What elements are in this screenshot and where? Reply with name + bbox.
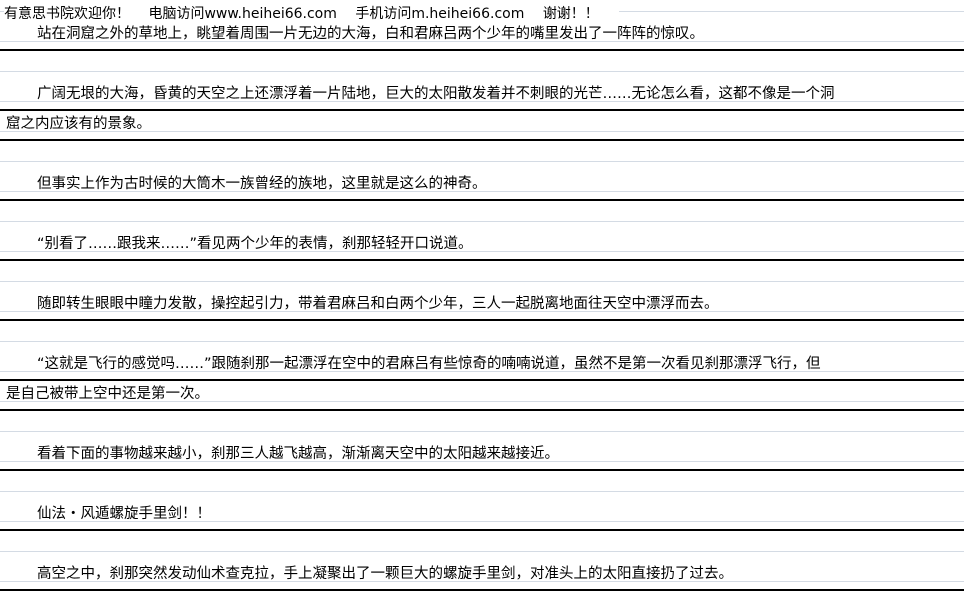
paragraph-line: 是自己被带上空中还是第一次。: [0, 381, 964, 411]
paragraph-line: “别看了……跟我来……”看见两个少年的表情，刹那轻轻开口说道。: [0, 231, 964, 261]
banner-pc-link[interactable]: 电脑访问www.heihei66.com: [148, 6, 336, 22]
paragraph-line: 看着下面的事物越来越小，刹那三人越飞越高，渐渐离天空中的太阳越来越接近。: [0, 441, 964, 471]
paragraph-line: 广阔无垠的大海，昏黄的天空之上还漂浮着一片陆地，巨大的太阳散发着并不刺眼的光芒……: [0, 81, 964, 111]
banner-site-welcome: 有意思书院欢迎你！: [4, 6, 130, 22]
banner-mobile-link[interactable]: 手机访问m.heihei66.com: [355, 6, 524, 22]
site-banner: 有意思书院欢迎你！ 电脑访问www.heihei66.com 手机访问m.hei…: [4, 4, 619, 24]
chapter-text: 站在洞窟之外的草地上，眺望着周围一片无边的大海，白和君麻吕两个少年的嘴里发出了一…: [0, 21, 964, 591]
banner-thanks: 谢谢！！: [542, 6, 599, 22]
paragraph-line: 但事实上作为古时候的大筒木一族曾经的族地，这里就是这么的神奇。: [0, 171, 964, 201]
paragraph-line: “这就是飞行的感觉吗……”跟随刹那一起漂浮在空中的君麻吕有些惊奇的喃喃说道，虽然…: [0, 351, 964, 381]
paragraph-line: 高空之中，刹那突然发动仙术查克拉，手上凝聚出了一颗巨大的螺旋手里剑，对准头上的太…: [0, 561, 964, 591]
paragraph-line: 站在洞窟之外的草地上，眺望着周围一片无边的大海，白和君麻吕两个少年的嘴里发出了一…: [0, 21, 964, 51]
paragraph-line: 随即转生眼眼中瞳力发散，操控起引力，带着君麻吕和白两个少年，三人一起脱离地面往天…: [0, 291, 964, 321]
paragraph-line: 仙法・风遁螺旋手里剑！！: [0, 501, 964, 531]
paragraph-line: 窟之内应该有的景象。: [0, 111, 964, 141]
